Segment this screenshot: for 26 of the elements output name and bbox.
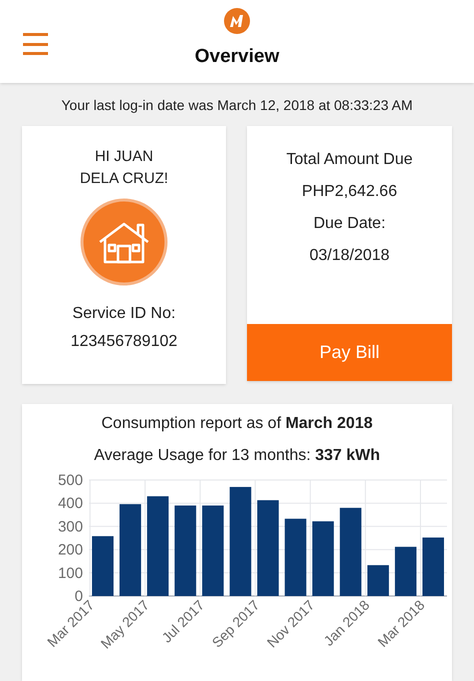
bar	[422, 538, 444, 596]
bar	[92, 536, 114, 596]
report-subtitle: Average Usage for 13 months: 337 kWh	[94, 446, 380, 466]
y-tick-label: 100	[58, 564, 83, 582]
bar	[394, 546, 416, 596]
last-login-text: Your last log-in date was March 12, 2018 at 08:33:23 AM	[60, 96, 414, 115]
page-title: Overview	[194, 44, 280, 68]
amount-label: Total Amount Due	[286, 150, 413, 170]
house-icon	[80, 198, 168, 286]
y-tick-label: 0	[74, 588, 83, 605]
greeting-text: HI JUAN	[94, 147, 154, 167]
y-tick-label: 500	[58, 472, 83, 489]
greeting-text: DELA CRUZ!	[80, 169, 168, 189]
logo-icon	[223, 6, 251, 34]
due-date-value: 03/18/2018	[309, 246, 390, 266]
pay-bill-button[interactable]: Pay Bill	[247, 324, 452, 381]
menu-icon[interactable]	[23, 33, 48, 55]
report-title: Consumption report as of March 2018	[101, 414, 373, 434]
y-tick-label: 200	[58, 542, 83, 559]
bar	[367, 565, 389, 596]
amount-value: PHP2,642.66	[302, 182, 398, 202]
y-tick-label: 400	[58, 495, 83, 512]
due-date-label: Due Date:	[313, 214, 386, 234]
y-tick-label: 300	[58, 518, 83, 536]
service-id-label: Service ID No:	[72, 304, 176, 324]
service-id-value: 123456789102	[70, 332, 178, 352]
